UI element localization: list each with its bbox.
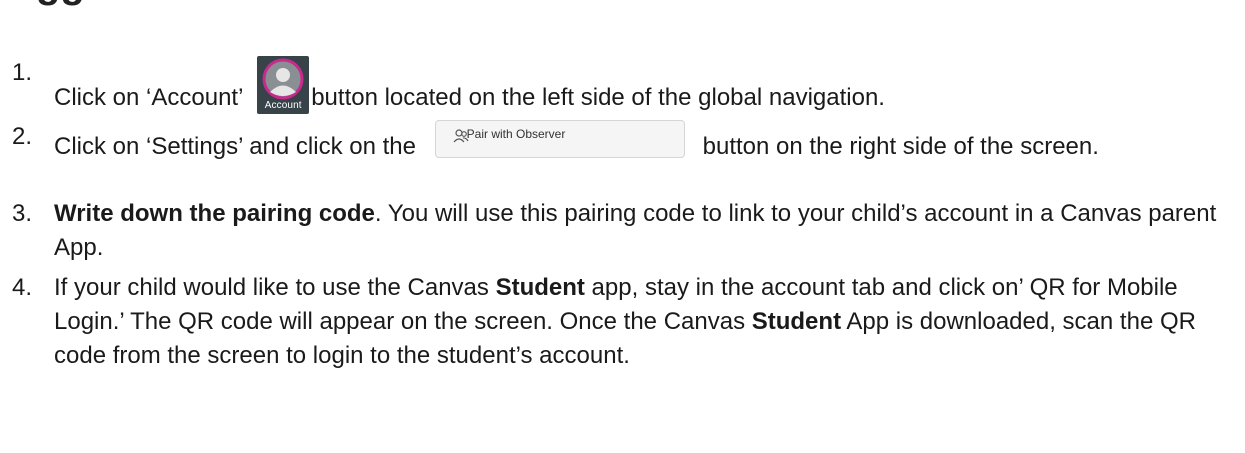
step-number: 3.	[12, 200, 33, 227]
step-text-after: button on the right side of the screen.	[702, 133, 1099, 160]
step-text: Click on ‘Settings’ and click on the Pai…	[54, 120, 1229, 164]
step-bold-text: Student	[751, 308, 842, 335]
step-number: 4.	[12, 274, 33, 301]
step-text-after: button located on the left side of the g…	[311, 84, 885, 111]
page-heading-fragment: ggs	[36, 0, 107, 8]
step-number: 2.	[12, 123, 33, 150]
step-number: 1.	[12, 59, 33, 86]
step-bold-text: Write down the pairing code	[54, 200, 375, 227]
user-avatar-icon	[262, 58, 304, 100]
step-text: Write down the pairing code. You will us…	[54, 197, 1229, 265]
pair-with-observer-label: Pair with Observer	[466, 127, 566, 141]
step-text: Click on ‘Account’ Account button locate…	[54, 56, 1229, 115]
step-bold-text: Student	[495, 274, 585, 301]
step-text-before: Click on ‘Settings’ and click on the	[54, 133, 416, 160]
account-button[interactable]: Account	[257, 56, 310, 114]
step-text: If your child would like to use the Canv…	[54, 271, 1229, 373]
step-text-before: Click on ‘Account’	[54, 84, 243, 111]
account-button-label: Account	[264, 100, 302, 111]
pair-with-observer-button[interactable]: Pair with Observer	[434, 120, 685, 158]
step-text-part: If your child would like to use the Canv…	[54, 274, 496, 301]
